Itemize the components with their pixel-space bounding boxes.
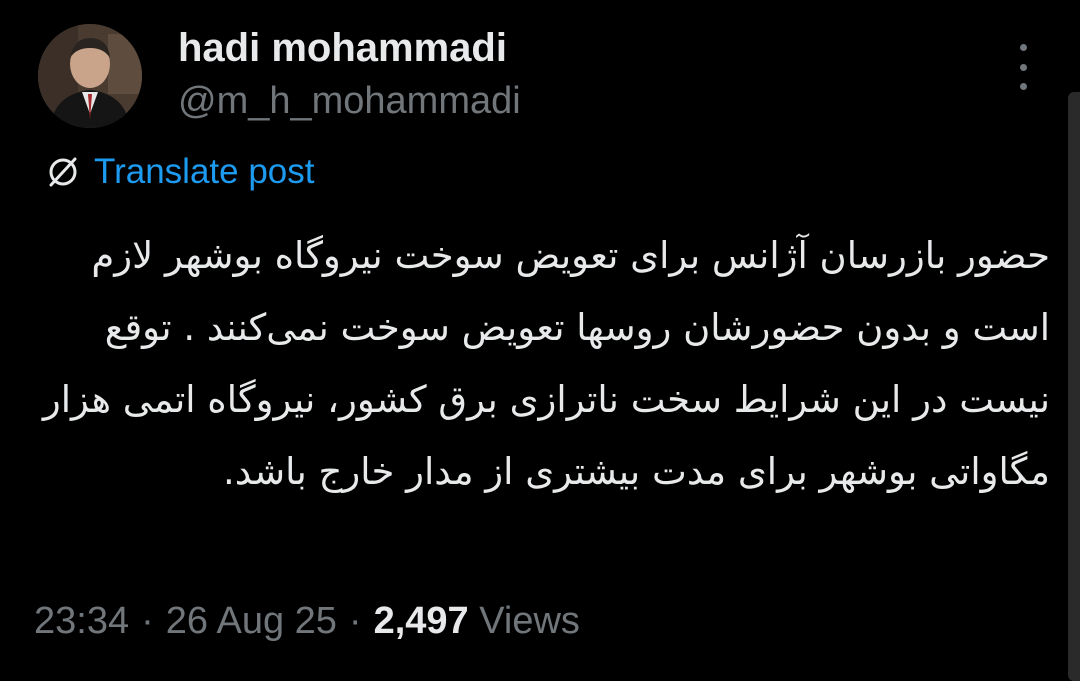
views-count: 2,497 bbox=[373, 600, 469, 642]
tweet: hadi mohammadi @m_h_mohammadi Translate … bbox=[0, 0, 1080, 681]
post-text: حضور بازرسان آژانس برای تعویض سوخت نیروگ… bbox=[42, 234, 1050, 493]
globe-slash-icon bbox=[46, 155, 80, 189]
post-date[interactable]: 26 Aug 25 bbox=[166, 600, 337, 643]
author-name[interactable]: hadi mohammadi bbox=[178, 26, 507, 71]
meta-separator: · bbox=[141, 600, 154, 642]
more-dot bbox=[1019, 63, 1027, 71]
more-dot bbox=[1019, 83, 1027, 90]
author-handle[interactable]: @m_h_mohammadi bbox=[178, 80, 521, 123]
post-time[interactable]: 23:34 bbox=[34, 600, 129, 643]
more-dot bbox=[1019, 44, 1027, 51]
avatar-image bbox=[38, 24, 142, 128]
scrollbar[interactable] bbox=[1068, 92, 1080, 681]
translate-post-label: Translate post bbox=[94, 152, 315, 191]
views[interactable]: 2,497 Views bbox=[374, 600, 580, 643]
more-options-button[interactable] bbox=[1008, 44, 1038, 90]
post-meta: 23:34 · 26 Aug 25 · 2,497 Views bbox=[34, 600, 580, 643]
translate-post-button[interactable]: Translate post bbox=[46, 150, 314, 194]
views-label: Views bbox=[479, 600, 580, 642]
meta-separator: · bbox=[348, 600, 362, 642]
avatar[interactable] bbox=[38, 24, 142, 128]
